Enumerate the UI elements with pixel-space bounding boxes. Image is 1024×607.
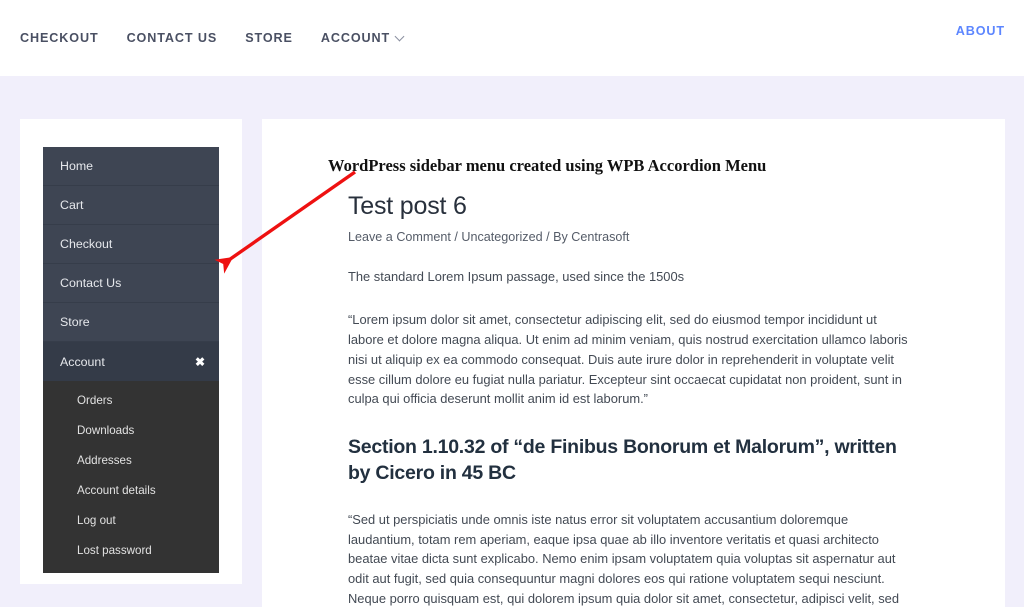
- post-paragraph-2: “Sed ut perspiciatis unde omnis iste nat…: [348, 511, 899, 607]
- submenu-item-label: Lost password: [77, 543, 152, 557]
- content-card: WordPress sidebar menu created using WPB…: [262, 119, 1005, 607]
- account-submenu: Orders Downloads Addresses Account detai…: [43, 381, 219, 573]
- nav-item-store[interactable]: STORE: [231, 31, 307, 45]
- annotation-title: WordPress sidebar menu created using WPB…: [328, 156, 767, 175]
- sidebar-item-home[interactable]: Home: [43, 147, 219, 186]
- sidebar-item-label: Cart: [60, 198, 84, 212]
- nav-item-contact-us[interactable]: CONTACT US: [113, 31, 232, 45]
- close-icon[interactable]: ✖: [195, 356, 205, 368]
- accordion-menu: Home Cart Checkout Contact Us Store Acco…: [43, 147, 219, 573]
- section-heading: Section 1.10.32 of “de Finibus Bonorum e…: [348, 436, 897, 484]
- submenu-item-account-details[interactable]: Account details: [43, 475, 219, 505]
- submenu-item-label: Log out: [77, 513, 116, 527]
- chevron-down-icon: [396, 32, 405, 41]
- post-lead-paragraph: The standard Lorem Ipsum passage, used s…: [348, 269, 685, 284]
- nav-item-label: ACCOUNT: [320, 31, 391, 45]
- nav-item-account[interactable]: ACCOUNT: [307, 31, 419, 45]
- submenu-item-orders[interactable]: Orders: [43, 385, 219, 415]
- nav-item-label: CHECKOUT: [20, 31, 99, 45]
- submenu-item-downloads[interactable]: Downloads: [43, 415, 219, 445]
- sidebar-item-contact-us[interactable]: Contact Us: [43, 264, 219, 303]
- nav-item-label: STORE: [245, 31, 293, 45]
- submenu-item-label: Addresses: [77, 453, 132, 467]
- submenu-item-label: Account details: [77, 483, 156, 497]
- nav-item-label: CONTACT US: [126, 31, 218, 45]
- submenu-item-log-out[interactable]: Log out: [43, 505, 219, 535]
- sidebar-item-cart[interactable]: Cart: [43, 186, 219, 225]
- sidebar-item-checkout[interactable]: Checkout: [43, 225, 219, 264]
- primary-nav: CHECKOUT CONTACT US STORE ACCOUNT: [20, 31, 419, 45]
- sidebar-item-label: Home: [60, 159, 94, 173]
- post-paragraph-1: “Lorem ipsum dolor sit amet, consectetur…: [348, 311, 908, 407]
- nav-item-checkout[interactable]: CHECKOUT: [20, 31, 113, 45]
- site-header: CHECKOUT CONTACT US STORE ACCOUNT ABOUT: [0, 0, 1024, 76]
- nav-item-about[interactable]: ABOUT: [956, 24, 1005, 38]
- submenu-item-addresses[interactable]: Addresses: [43, 445, 219, 475]
- sidebar-card: Home Cart Checkout Contact Us Store Acco…: [20, 119, 242, 584]
- submenu-item-lost-password[interactable]: Lost password: [43, 535, 219, 565]
- sidebar-item-label: Account: [60, 354, 105, 369]
- page-title: Test post 6: [348, 192, 467, 220]
- submenu-item-label: Orders: [77, 393, 113, 407]
- post-article: Test post 6 Leave a Comment / Uncategori…: [348, 191, 910, 607]
- submenu-item-label: Downloads: [77, 423, 135, 437]
- post-meta: Leave a Comment / Uncategorized / By Cen…: [348, 230, 630, 244]
- sidebar-item-label: Contact Us: [60, 276, 122, 290]
- sidebar-item-label: Store: [60, 315, 90, 329]
- sidebar-item-account[interactable]: Account ✖: [43, 342, 219, 381]
- sidebar-item-label: Checkout: [60, 237, 113, 251]
- sidebar-item-store[interactable]: Store: [43, 303, 219, 342]
